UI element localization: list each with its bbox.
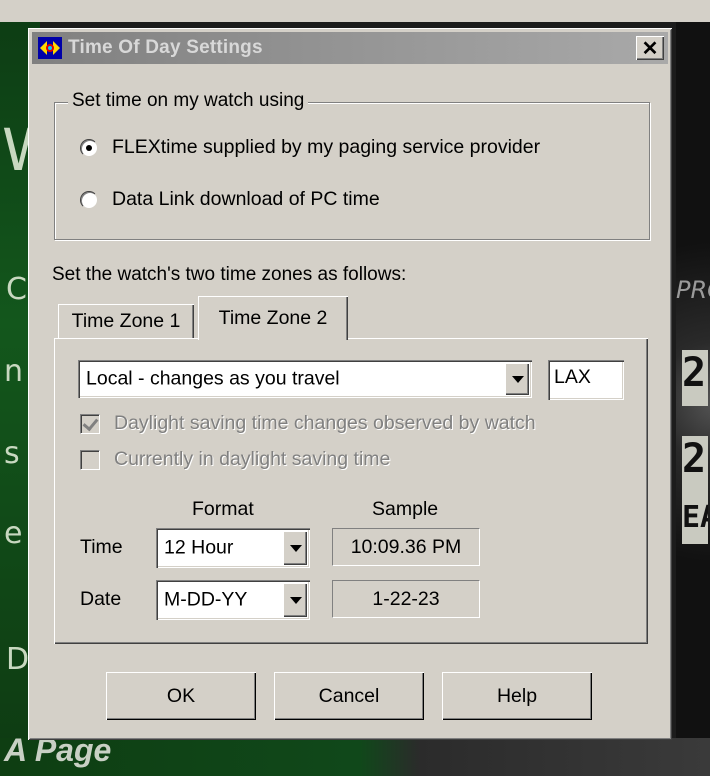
background-letter: D: [6, 642, 30, 677]
radio-button-selected[interactable]: [80, 138, 98, 157]
radio-data-link[interactable]: Data Link download of PC time: [80, 188, 380, 211]
radio-button[interactable]: [80, 190, 98, 209]
tab-time-zone-2[interactable]: Time Zone 2: [198, 296, 348, 340]
background-watch-digit: 2: [682, 350, 708, 406]
tab-time-zone-1[interactable]: Time Zone 1: [58, 304, 194, 338]
time-zone-select-value: Local - changes as you travel: [86, 367, 340, 390]
background-letter: C: [6, 272, 27, 307]
help-button[interactable]: Help: [442, 672, 592, 720]
time-zone-select[interactable]: Local - changes as you travel: [78, 360, 532, 398]
date-format-value: M-DD-YY: [164, 588, 248, 611]
zone-code-field[interactable]: LAX: [548, 360, 624, 400]
background-letter: e: [4, 516, 23, 551]
app-icon: [38, 37, 62, 59]
background-watch-text: EA: [682, 500, 708, 544]
background-top-strip: [0, 0, 710, 22]
time-source-legend: Set time on my watch using: [68, 90, 309, 112]
checkbox-checked-disabled: [80, 413, 100, 434]
sample-header: Sample: [372, 498, 439, 520]
time-of-day-dialog: Time Of Day Settings ✕ Set time on my wa…: [28, 28, 672, 740]
dialog-titlebar[interactable]: Time Of Day Settings ✕: [32, 32, 668, 64]
background-watch-digit: 2: [682, 436, 708, 500]
time-zones-caption: Set the watch's two time zones as follow…: [52, 264, 407, 285]
checkbox-disabled: [80, 449, 100, 470]
close-button[interactable]: ✕: [636, 36, 664, 60]
radio-flextime[interactable]: FLEXtime supplied by my paging service p…: [80, 136, 540, 159]
radio-flextime-label[interactable]: FLEXtime supplied by my paging service p…: [112, 136, 540, 159]
close-icon: ✕: [641, 37, 659, 60]
background-watch-label: PRO: [676, 276, 710, 304]
date-format-select[interactable]: M-DD-YY: [156, 580, 310, 620]
time-source-group: [54, 102, 650, 240]
checkbox-in-dst: Currently in daylight saving time: [80, 448, 390, 471]
dialog-title: Time Of Day Settings: [68, 37, 263, 58]
chevron-down-icon[interactable]: [283, 531, 307, 565]
date-label: Date: [80, 588, 122, 610]
radio-data-link-label[interactable]: Data Link download of PC time: [112, 188, 380, 211]
time-format-value: 12 Hour: [164, 536, 234, 559]
format-header: Format: [192, 498, 254, 520]
background-letter: s: [4, 436, 20, 471]
checkbox-dst-observed: Daylight saving time changes observed by…: [80, 412, 536, 435]
ok-button[interactable]: OK: [106, 672, 256, 720]
cancel-button[interactable]: Cancel: [274, 672, 424, 720]
date-sample: 1-22-23: [332, 580, 480, 618]
chevron-down-icon[interactable]: [505, 363, 529, 395]
time-format-select[interactable]: 12 Hour: [156, 528, 310, 568]
time-sample: 10:09.36 PM: [332, 528, 480, 566]
checkbox-in-dst-label: Currently in daylight saving time: [114, 448, 391, 470]
checkbox-dst-observed-label: Daylight saving time changes observed by…: [114, 412, 536, 434]
chevron-down-icon[interactable]: [283, 583, 307, 617]
time-label: Time: [80, 536, 123, 558]
background-letter: n: [4, 354, 24, 389]
